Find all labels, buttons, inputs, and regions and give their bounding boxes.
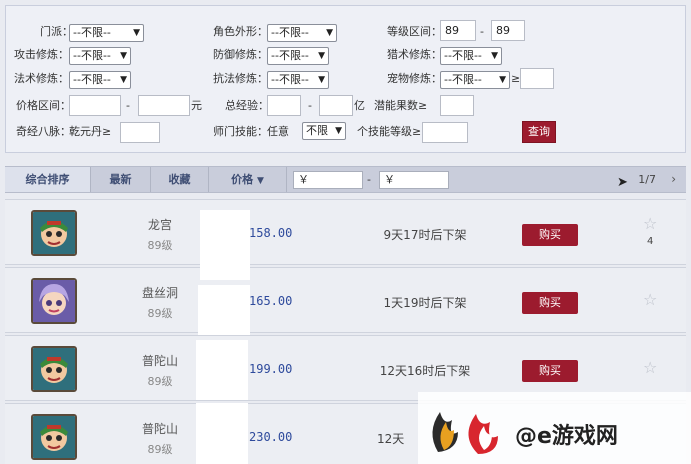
price-max-input[interactable] <box>138 95 190 116</box>
level-max-input[interactable]: 89 <box>491 20 525 41</box>
chevron-down-icon: ▼ <box>326 28 333 38</box>
redacted-block <box>196 340 248 400</box>
page-indicator: 1/7 <box>638 173 656 186</box>
chevron-down-icon: ▼ <box>318 51 325 61</box>
potential-fruit-input[interactable] <box>440 95 474 116</box>
listing-school: 盘丝洞 <box>141 286 178 300</box>
listing-level: 89级 <box>147 239 173 252</box>
school-select[interactable]: --不限-- ▼ <box>69 24 144 42</box>
school-skill-select[interactable]: 不限 ▼ <box>302 122 346 140</box>
favorite-star-icon[interactable]: ☆ <box>643 290 657 309</box>
listing-school: 普陀山 <box>141 354 178 368</box>
listing-school: 龙宫 <box>147 218 172 232</box>
listing-price: 199.00 <box>249 362 293 376</box>
resist-cultivation-select[interactable]: --不限-- ▼ <box>267 71 329 89</box>
favorite-star-icon[interactable]: ☆ <box>643 358 657 377</box>
skill-level-input[interactable] <box>422 122 468 143</box>
price-range-label: 价格区间： <box>16 99 71 112</box>
tab-comprehensive-sort[interactable]: 综合排序 <box>5 167 91 192</box>
tab-favorites[interactable]: 收藏 <box>151 167 209 192</box>
exp-min-input[interactable] <box>267 95 301 116</box>
listing-price: 165.00 <box>249 294 293 308</box>
chevron-down-icon: ▼ <box>120 51 127 61</box>
price-separator: - <box>126 99 130 112</box>
character-avatar <box>31 414 77 460</box>
exp-separator: - <box>308 99 312 112</box>
hunt-cultivation-select[interactable]: --不限-- ▼ <box>440 47 502 65</box>
listing-delist-time: 12天16时后下架 <box>379 364 471 378</box>
price-min-input[interactable] <box>69 95 121 116</box>
qianyuan-label: 乾元丹≥ <box>69 125 112 138</box>
attack-cultivation-label: 攻击修炼： <box>14 48 69 61</box>
pet-ge-symbol: ≥ <box>511 72 521 85</box>
listing-school: 普陀山 <box>141 422 178 436</box>
chevron-down-icon: ▼ <box>335 126 342 136</box>
listing-level: 89级 <box>147 375 173 388</box>
meridian-label: 奇经八脉： <box>16 125 71 138</box>
chevron-down-icon: ▼ <box>256 176 264 186</box>
potential-fruit-label: 潜能果数≥ <box>374 99 428 112</box>
chevron-down-icon: ▼ <box>133 28 140 38</box>
listing-delist-time: 9天17时后下架 <box>383 228 467 242</box>
listing-price: 158.00 <box>249 226 293 240</box>
magic-cultivation-label: 法术修炼： <box>14 72 69 85</box>
listing-row-1[interactable]: 龙宫 89级 158.00 9天17时后下架 购买 ☆ 4 <box>5 199 686 265</box>
skill-any-label: 任意 <box>267 125 289 138</box>
pet-cultivation-label: 宠物修炼： <box>387 72 442 85</box>
character-avatar <box>31 210 77 256</box>
attack-cultivation-select[interactable]: --不限-- ▼ <box>69 47 131 65</box>
sort-price-separator: - <box>367 173 371 186</box>
redacted-block <box>200 210 250 280</box>
sort-price-max-input[interactable]: ￥ <box>379 171 449 189</box>
hunt-cultivation-label: 猎术修炼： <box>387 48 442 61</box>
listing-price: 230.00 <box>249 430 293 444</box>
character-avatar <box>31 278 77 324</box>
defense-cultivation-label: 防御修炼： <box>213 48 268 61</box>
appearance-label: 角色外形： <box>213 25 268 38</box>
appearance-select[interactable]: --不限-- ▼ <box>267 24 337 42</box>
mouse-cursor-icon: ➤ <box>617 175 628 190</box>
exp-unit: 亿 <box>354 99 365 112</box>
chevron-down-icon: ▼ <box>318 75 325 85</box>
total-exp-label: 总经验： <box>225 99 269 112</box>
character-avatar <box>31 346 77 392</box>
filter-panel: 门派： --不限-- ▼ 角色外形： --不限-- ▼ 等级区间： 89 - 89 … <box>5 5 686 153</box>
redacted-block <box>196 403 248 464</box>
pet-cultivation-min-input[interactable] <box>520 68 554 89</box>
level-separator: - <box>480 25 484 38</box>
listing-row-2[interactable]: 盘丝洞 89级 165.00 1天19时后下架 购买 ☆ <box>5 267 686 333</box>
query-button[interactable]: 查询 <box>522 121 556 143</box>
buy-button[interactable]: 购买 <box>522 224 578 246</box>
tab-price[interactable]: 价格 ▼ <box>209 167 287 192</box>
sort-bar: 综合排序 最新 收藏 价格 ▼ ￥ - ￥ 1/7 › <box>5 166 686 193</box>
favorite-count: 4 <box>647 236 654 247</box>
tab-price-label: 价格 <box>231 173 254 186</box>
chevron-down-icon: ▼ <box>120 75 127 85</box>
watermark-text: @e游戏网 <box>515 424 618 449</box>
listing-level: 89级 <box>147 443 173 456</box>
redacted-block <box>198 285 250 335</box>
chevron-down-icon: ▼ <box>491 51 498 61</box>
tab-newest[interactable]: 最新 <box>91 167 151 192</box>
sort-price-min-input[interactable]: ￥ <box>293 171 363 189</box>
exp-max-input[interactable] <box>319 95 353 116</box>
level-min-input[interactable]: 89 <box>440 20 476 41</box>
buy-button[interactable]: 购买 <box>522 292 578 314</box>
qianyuan-input[interactable] <box>120 122 160 143</box>
resist-cultivation-label: 抗法修炼： <box>213 72 268 85</box>
skill-level-label: 个技能等级≥ <box>357 125 422 138</box>
next-page-icon[interactable]: › <box>671 167 676 192</box>
chevron-down-icon: ▼ <box>499 75 506 85</box>
school-skill-label: 师门技能： <box>213 125 268 138</box>
listing-level: 89级 <box>147 307 173 320</box>
defense-cultivation-select[interactable]: --不限-- ▼ <box>267 47 329 65</box>
price-unit: 元 <box>191 99 202 112</box>
magic-cultivation-select[interactable]: --不限-- ▼ <box>69 71 131 89</box>
level-range-label: 等级区间： <box>387 25 442 38</box>
favorite-star-icon[interactable]: ☆ <box>643 214 657 233</box>
buy-button[interactable]: 购买 <box>522 360 578 382</box>
pet-cultivation-select[interactable]: --不限-- ▼ <box>440 71 510 89</box>
listing-delist-time: 1天19时后下架 <box>383 296 467 310</box>
